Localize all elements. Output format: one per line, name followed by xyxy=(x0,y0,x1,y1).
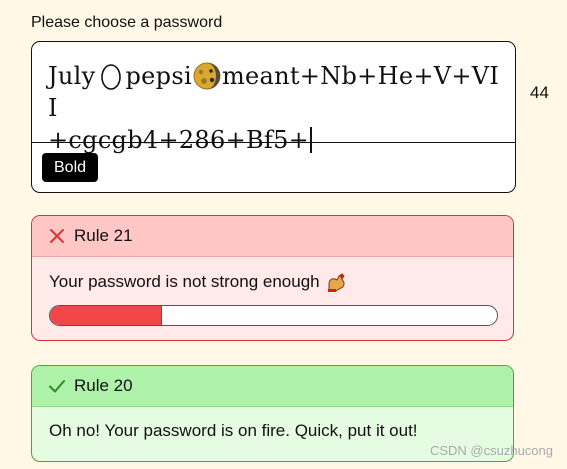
rule-header: Rule 20 xyxy=(32,366,513,407)
moon-emoji-icon xyxy=(193,62,221,90)
rule-header: Rule 21 xyxy=(32,216,513,257)
strength-progress-bar xyxy=(49,305,498,326)
password-text-segment: pepsi xyxy=(125,62,192,90)
rule-message: Your password is not strong enough xyxy=(49,272,320,291)
cross-icon xyxy=(48,227,66,245)
watermark-text: CSDN @csuzhucong xyxy=(429,443,553,458)
password-input[interactable]: July pepsi meant+Nb+He+V+VII +cgcgb4+286+Bf… xyxy=(32,42,515,154)
egg-emoji-icon xyxy=(97,62,125,90)
rule-body: Oh no! Your password is on fire. Quick, … xyxy=(32,407,513,441)
check-icon xyxy=(48,377,66,395)
password-prompt-label: Please choose a password xyxy=(31,14,223,31)
rule-message: Oh no! Your password is on fire. Quick, … xyxy=(49,421,418,440)
password-editor: July pepsi meant+Nb+He+V+VII +cgcgb4+286+Bf… xyxy=(31,41,516,193)
password-text-segment: July xyxy=(48,62,96,90)
editor-toolbar: Bold xyxy=(32,142,515,192)
strength-progress-fill xyxy=(50,306,162,325)
bold-button[interactable]: Bold xyxy=(42,153,99,182)
rule-title: Rule 20 xyxy=(74,376,133,395)
rule-body: Your password is not strong enough xyxy=(32,257,513,293)
rule-title: Rule 21 xyxy=(74,226,133,245)
flexed-bicep-icon xyxy=(326,271,348,293)
rule-card-21: Rule 21 Your password is not strong enou… xyxy=(31,215,514,341)
character-count: 44 xyxy=(530,83,549,102)
